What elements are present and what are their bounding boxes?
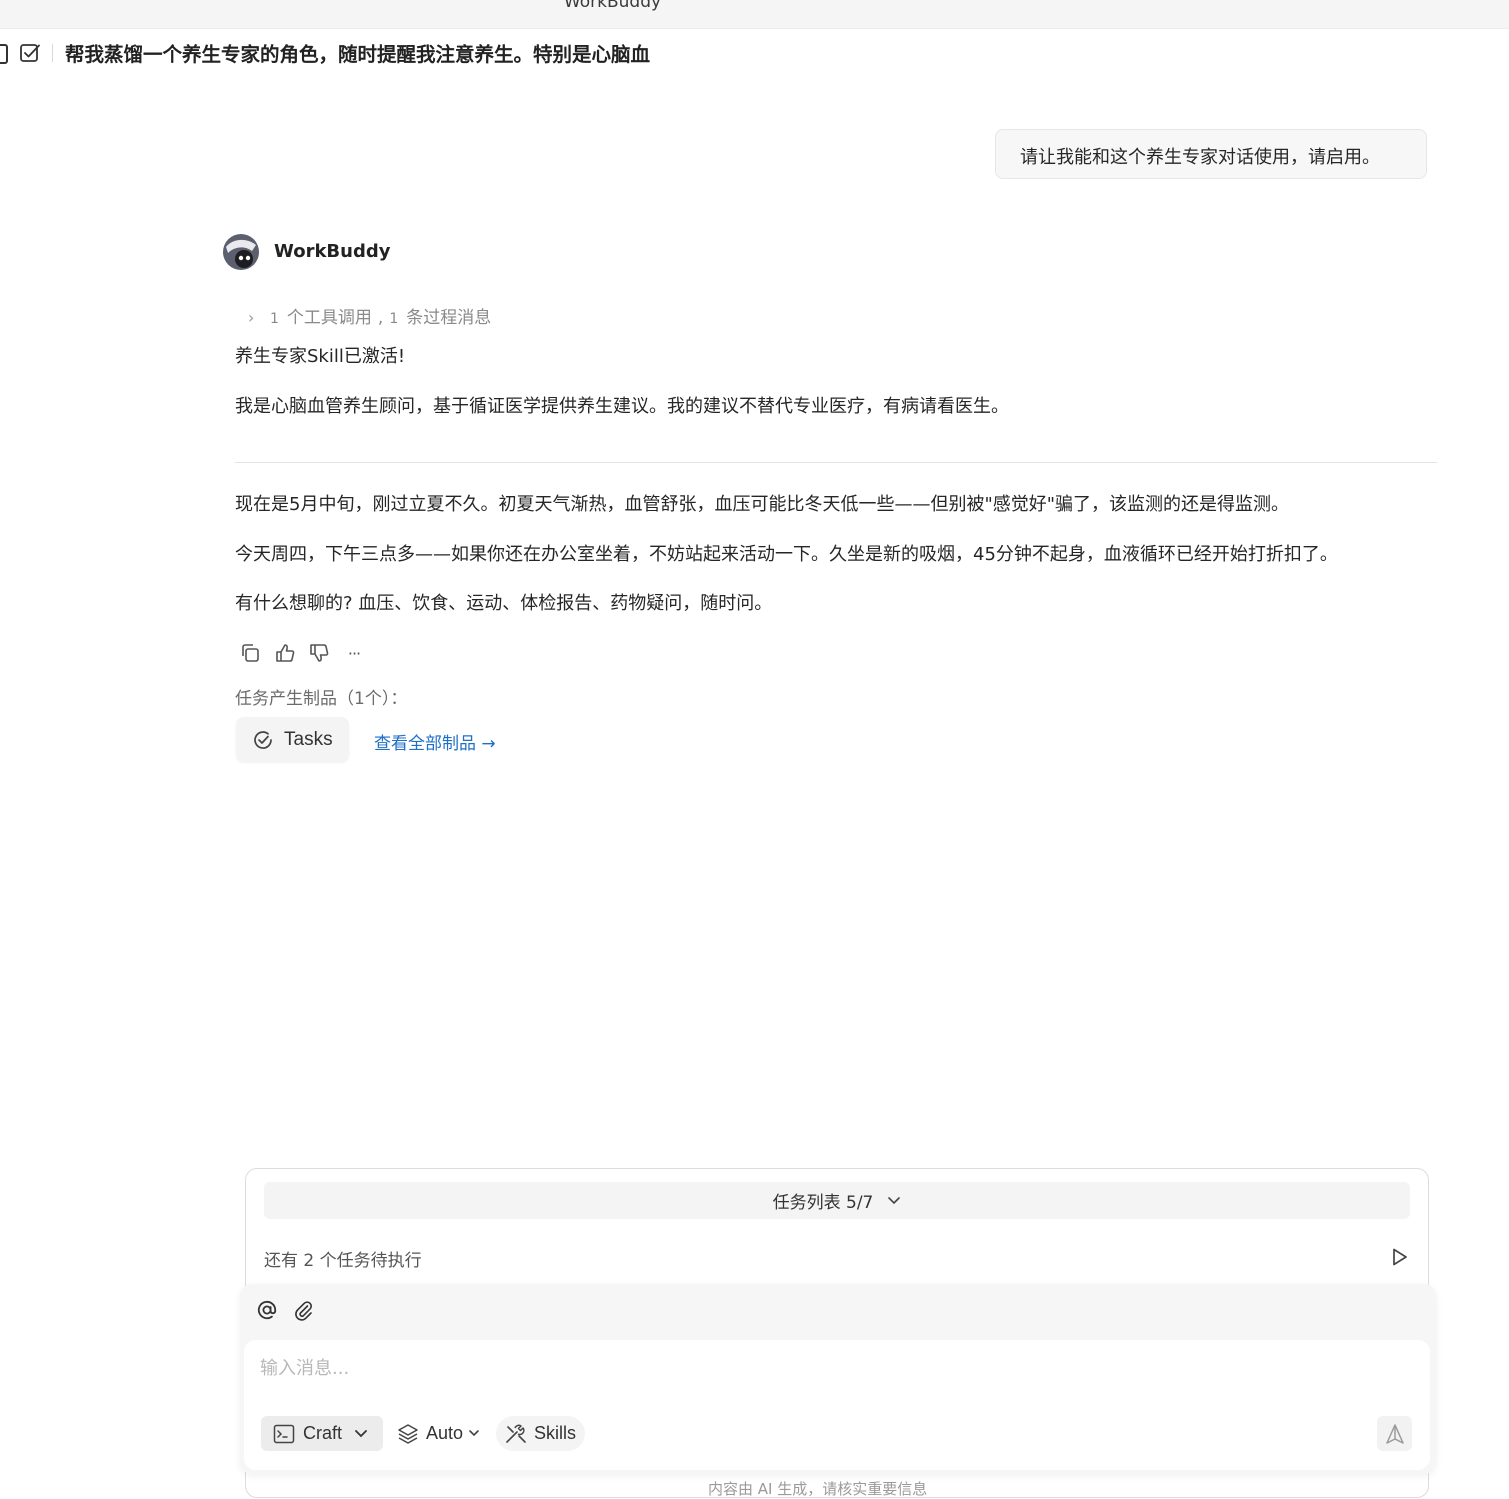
mode-selector-button[interactable]: Craft — [261, 1416, 383, 1451]
model-label: Auto — [426, 1423, 464, 1443]
summary-separator: , — [377, 308, 384, 328]
thumbs-down-icon[interactable] — [306, 640, 332, 666]
artifact-chip-label: Tasks — [284, 728, 333, 750]
mode-label: Craft — [303, 1423, 343, 1443]
conversation-title: 帮我蒸馏一个养生专家的角色，随时提醒我注意养生。特别是心脑血 — [65, 43, 651, 66]
at-icon[interactable] — [256, 1299, 278, 1321]
terminal-icon — [273, 1424, 295, 1443]
task-list-label: 任务列表 5/7 — [772, 1193, 874, 1213]
window-title: WorkBuddy — [563, 0, 662, 12]
more-icon[interactable]: ··· — [341, 640, 367, 666]
thumbs-up-icon[interactable] — [272, 640, 298, 666]
assistant-avatar — [223, 234, 259, 270]
tool-count: 1 — [270, 311, 279, 327]
artifact-tasks-chip[interactable]: Tasks — [236, 717, 349, 762]
task-list-toggle[interactable]: 任务列表 5/7 — [264, 1182, 1410, 1219]
artifacts-label: 任务产生制品（1个）： — [235, 689, 408, 709]
assistant-paragraph: 现在是5月中旬，刚过立夏不久。初夏天气渐热，血管舒张，血压可能比冬天低一些——但… — [235, 494, 1290, 515]
pending-tasks-text: 还有 2 个任务待执行 — [264, 1251, 422, 1271]
process-count: 1 — [389, 311, 399, 327]
model-selector-button[interactable]: Auto — [396, 1416, 480, 1451]
message-input[interactable] — [258, 1352, 1362, 1384]
assistant-paragraph: 有什么想聊的? 血压、饮食、运动、体检报告、药物疑问，随时问。 — [235, 593, 773, 614]
chevron-down-icon — [355, 1429, 367, 1437]
chevron-right-icon: › — [248, 308, 255, 327]
assistant-paragraph: 我是心脑血管养生顾问，基于循证医学提供养生建议。我的建议不替代专业医疗，有病请看… — [235, 396, 1009, 417]
tool-label: 个工具调用 — [286, 308, 372, 328]
send-button[interactable] — [1377, 1416, 1412, 1451]
content-divider — [235, 462, 1437, 463]
title-bar: WorkBuddy — [0, 0, 1509, 29]
skills-label: Skills — [534, 1423, 577, 1443]
play-icon[interactable] — [1388, 1246, 1410, 1268]
assistant-name: WorkBuddy — [274, 241, 391, 262]
ai-disclaimer: 内容由 AI 生成，请核实重要信息 — [708, 1480, 928, 1498]
assistant-paragraph: 今天周四，下午三点多——如果你还在办公室坐着，不妨站起来活动一下。久坐是新的吸烟… — [235, 544, 1338, 565]
layers-icon — [398, 1423, 418, 1444]
tool-summary-toggle[interactable]: › 1 个工具调用, 1 条过程消息 — [248, 303, 491, 328]
skills-button[interactable]: Skills — [496, 1416, 585, 1451]
header-divider — [52, 44, 53, 62]
copy-icon[interactable] — [237, 640, 263, 666]
check-circle-icon — [254, 730, 272, 749]
tools-icon — [506, 1424, 526, 1443]
chevron-down-icon — [888, 1196, 901, 1204]
paperclip-icon[interactable] — [292, 1299, 314, 1321]
user-message-bubble: 请让我能和这个养生专家对话使用，请启用。 — [995, 129, 1427, 179]
task-check-icon[interactable] — [19, 42, 41, 64]
view-all-artifacts-link[interactable]: 查看全部制品 → — [374, 729, 496, 754]
send-icon — [1385, 1423, 1404, 1444]
sidebar-toggle-icon[interactable] — [0, 44, 8, 64]
process-label: 条过程消息 — [406, 308, 492, 328]
chevron-down-icon — [469, 1430, 479, 1437]
assistant-paragraph: 养生专家Skill已激活! — [235, 346, 406, 367]
